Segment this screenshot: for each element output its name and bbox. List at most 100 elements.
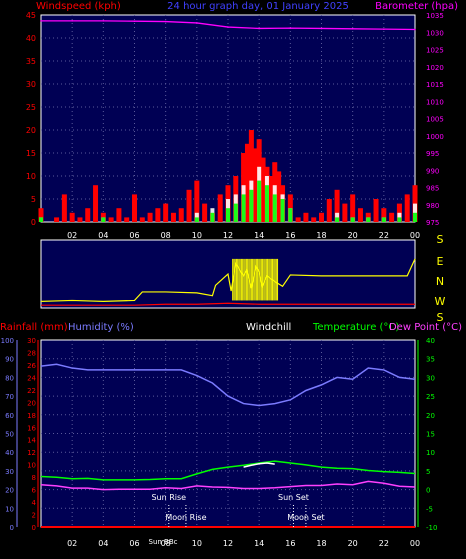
temperature-tick: 15 (426, 431, 435, 439)
x-tick-label: 04 (98, 231, 108, 240)
temperature-tick: 35 (426, 356, 435, 364)
windspeed-bar (163, 203, 169, 222)
temperature-tick: 0 (426, 487, 430, 495)
windspeed-bar (85, 208, 91, 222)
windspeed-bar (217, 194, 223, 222)
barometer-point (351, 28, 354, 30)
x-tick-label: 16 (285, 231, 295, 240)
humidity-tick: 70 (5, 393, 14, 401)
x-tick-label: 22 (379, 539, 389, 548)
rainfall-tick: 30 (27, 337, 36, 345)
windspeed-bar (93, 185, 99, 222)
temperature-axis-label: Temperature (°C) (312, 322, 399, 333)
windspeed-bar (132, 194, 137, 222)
x-tick-label: 14 (254, 231, 264, 240)
direction-label: W (435, 295, 446, 308)
x-tick-label: 18 (316, 539, 326, 548)
temperature-tick: 5 (426, 468, 430, 476)
x-tick-label: 20 (348, 231, 358, 240)
humidity-tick: 90 (5, 356, 14, 364)
x-tick-label: 08 (161, 231, 171, 240)
barometer-point (289, 27, 292, 29)
windspeed-bar (147, 212, 153, 222)
x-tick-label: 12 (223, 539, 233, 548)
windspeed-tick: 15 (26, 149, 36, 158)
barometer-tick: 995 (426, 150, 439, 158)
x-tick-label: 02 (67, 539, 77, 548)
x-tick-label: 12 (223, 231, 233, 240)
windspeed-bar (116, 208, 122, 222)
average-bar (381, 217, 386, 222)
x-tick-label: 06 (129, 231, 139, 240)
event-label: Moon Set (287, 513, 324, 522)
chart-title: 24 hour graph day, 01 January 2025 (167, 1, 349, 12)
windspeed-tick: 35 (26, 57, 36, 66)
rainfall-tick: 14 (27, 437, 36, 445)
x-tick-label: 00 (410, 539, 420, 548)
windspeed-bar (54, 217, 60, 222)
x-tick-label: 22 (379, 231, 389, 240)
event-label: Sun Rise (151, 493, 186, 502)
windspeed-tick: 10 (26, 172, 36, 181)
temperature-tick: -5 (426, 505, 433, 513)
average-bar (366, 217, 371, 222)
average-bar (397, 217, 402, 222)
weather-charts: 051015202530354045 975980985990995100010… (0, 0, 466, 555)
windspeed-bar (389, 212, 395, 222)
rainfall-tick: 26 (27, 362, 36, 370)
windspeed-tick: 0 (31, 218, 36, 227)
humidity-tick: 60 (5, 412, 14, 420)
temperature-tick: 25 (426, 393, 435, 401)
humidity-tick: 40 (5, 449, 14, 457)
dewpoint-axis-label: Dew Point (°C) (389, 322, 462, 333)
average-bar (335, 217, 340, 222)
average-bar (249, 189, 254, 222)
direction-label: E (437, 255, 444, 268)
windspeed-bar (178, 208, 184, 222)
event-label: Moon Rise (165, 513, 206, 522)
barometer-tick: 980 (426, 202, 439, 210)
weather-graph-page: 0 5 10 15 20 25 30 35 40 45 975 980 985 990 995 1000 10… (0, 0, 466, 555)
average-bar (280, 199, 285, 222)
windchill-label: Windchill (246, 322, 291, 333)
barometer-point (383, 28, 385, 30)
windspeed-bar (326, 199, 332, 222)
direction-label: S (437, 233, 444, 246)
temperature-tick: -10 (426, 524, 437, 532)
average-bar (39, 217, 43, 222)
barometer-tick: 1030 (426, 29, 444, 37)
windspeed-bar (61, 194, 67, 222)
average-bar (241, 194, 246, 222)
windspeed-bar (404, 194, 410, 222)
windspeed-tick: 40 (26, 34, 36, 43)
humidity-tick: 20 (5, 487, 14, 495)
barometer-tick: 975 (426, 219, 439, 227)
barometer-point (40, 20, 42, 22)
windspeed-tick: 20 (26, 126, 36, 135)
windspeed-bar (77, 217, 83, 222)
windspeed-bar (311, 217, 317, 222)
temp-humidity-panel: 0102030405060708090100 02468101214161820… (0, 322, 462, 548)
windspeed-axis-label: Windspeed (kph) (36, 1, 121, 12)
barometer-tick: 1025 (426, 47, 444, 55)
x-tick-label: 18 (316, 231, 326, 240)
barometer-tick: 1000 (426, 133, 444, 141)
windspeed-bar (139, 217, 145, 222)
average-bar (210, 212, 215, 222)
rainfall-tick: 2 (32, 512, 36, 520)
windspeed-tick: 45 (26, 11, 36, 20)
rainfall-tick: 18 (27, 412, 36, 420)
x-tick-label: 14 (254, 539, 264, 548)
temperature-tick: 40 (426, 337, 435, 345)
barometer-point (320, 27, 323, 30)
windspeed-bar (170, 212, 176, 222)
rainfall-tick: 12 (27, 449, 36, 457)
windspeed-bar (202, 203, 208, 222)
x-tick-label: 04 (98, 539, 108, 548)
humidity-tick: 30 (5, 468, 14, 476)
rainfall-tick: 4 (32, 499, 37, 507)
barometer-point (164, 20, 167, 23)
barometer-point (71, 20, 73, 22)
humidity-tick: 10 (5, 505, 14, 513)
windspeed-bar (342, 203, 348, 222)
